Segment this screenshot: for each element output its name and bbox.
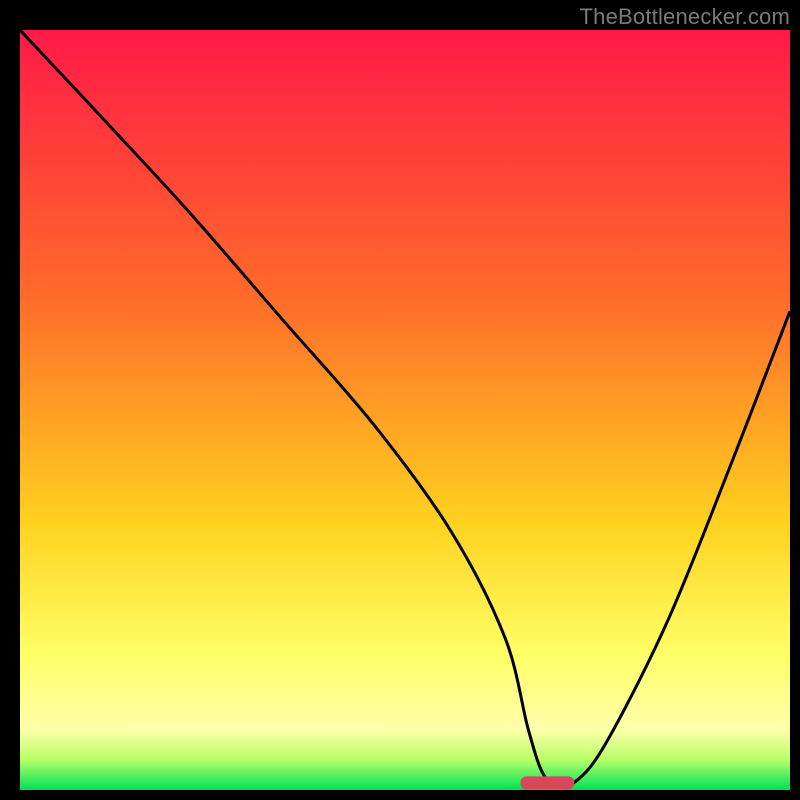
chart-overlay <box>20 30 790 790</box>
optimal-marker <box>521 776 575 789</box>
chart-area <box>20 30 790 790</box>
attribution-text: TheBottlenecker.com <box>580 4 790 30</box>
bottleneck-curve <box>20 30 790 786</box>
